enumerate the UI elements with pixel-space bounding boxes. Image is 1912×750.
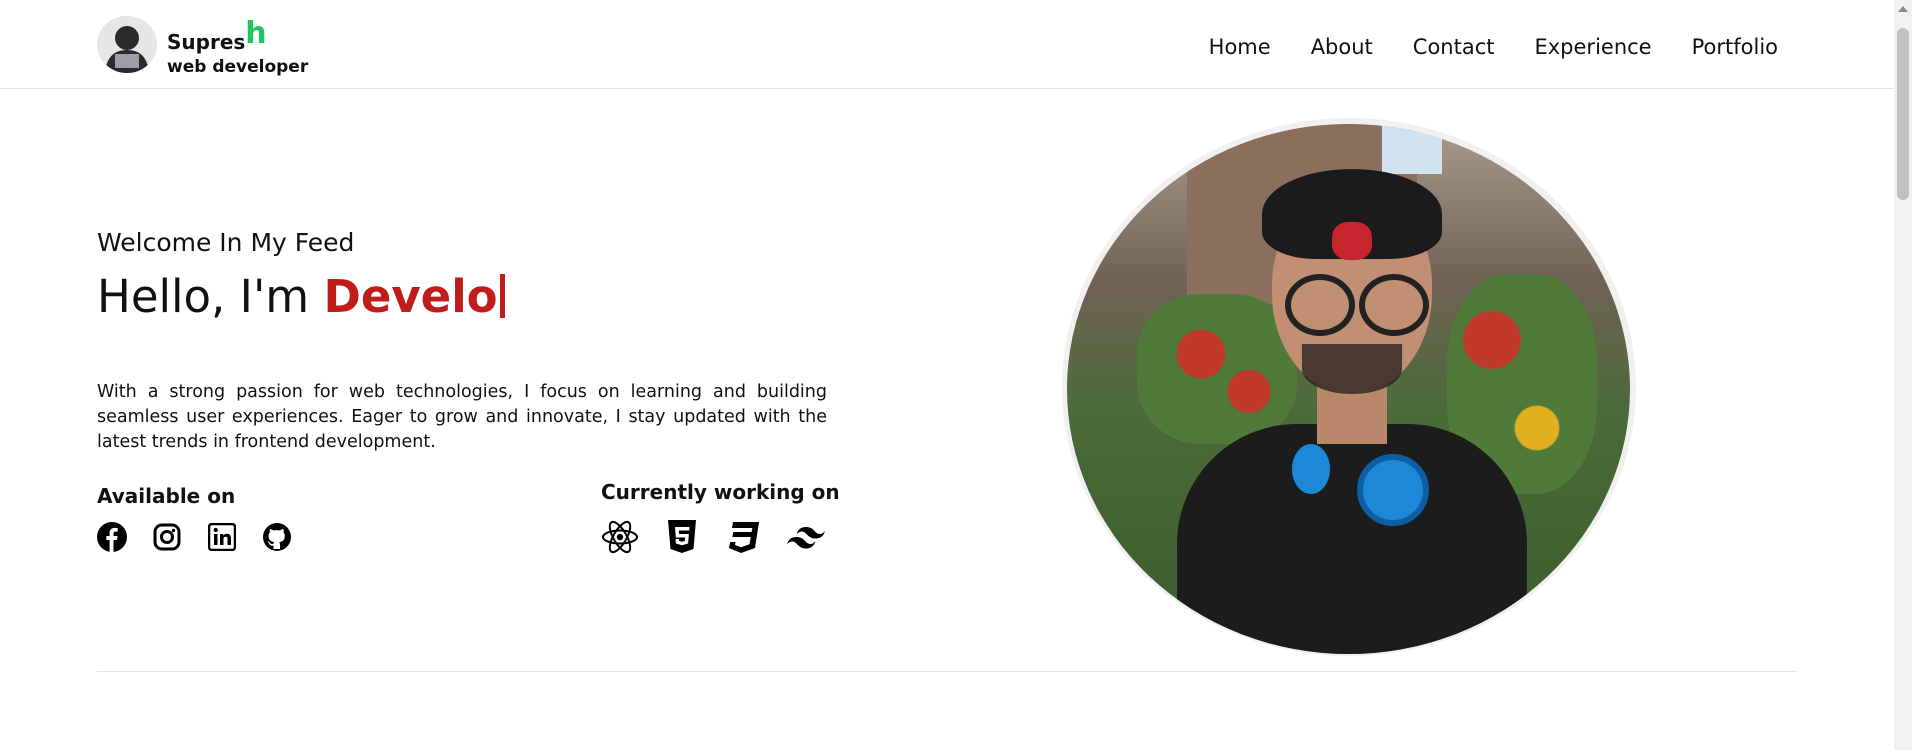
brand-name-accent: h [245,16,267,51]
avatar[interactable] [97,16,157,73]
nav-contact[interactable]: Contact [1413,35,1495,59]
nav-about[interactable]: About [1311,35,1373,59]
html5-icon [663,519,701,555]
welcome-text: Welcome In My Feed [97,228,355,257]
github-icon[interactable] [262,522,292,552]
css3-icon [725,519,763,555]
typing-cursor [499,274,505,318]
brand-name[interactable]: Supresh [167,16,267,57]
profile-photo [1067,124,1630,654]
nav-home[interactable]: Home [1209,35,1271,59]
tailwind-icon [787,519,825,555]
instagram-icon[interactable] [152,522,182,552]
hero-heading: Hello, I'm Develo [97,270,505,323]
tech-stack [601,519,849,555]
linkedin-icon[interactable] [207,522,237,552]
section-divider [97,671,1797,672]
brand-subtitle: web developer [167,57,309,77]
scrollbar-thumb[interactable] [1897,28,1909,200]
react-icon [601,519,639,555]
scroll-up-arrow-icon[interactable] [1898,6,1908,12]
available-on-title: Available on [97,484,236,508]
nav-portfolio[interactable]: Portfolio [1692,35,1778,59]
brand-name-text: Supres [167,30,246,54]
social-links [97,522,317,552]
typed-role-text: Develo [323,270,498,323]
site-header: Supresh web developer Home About Contact… [0,0,1894,89]
hero-description: With a strong passion for web technologi… [97,381,827,452]
nav-experience[interactable]: Experience [1534,35,1651,59]
page-scrollbar[interactable] [1894,0,1912,750]
hero-heading-prefix: Hello, I'm [97,270,310,323]
main-nav: Home About Contact Experience Portfolio [1169,35,1778,59]
facebook-icon[interactable] [97,522,127,552]
working-on-title: Currently working on [601,480,840,504]
